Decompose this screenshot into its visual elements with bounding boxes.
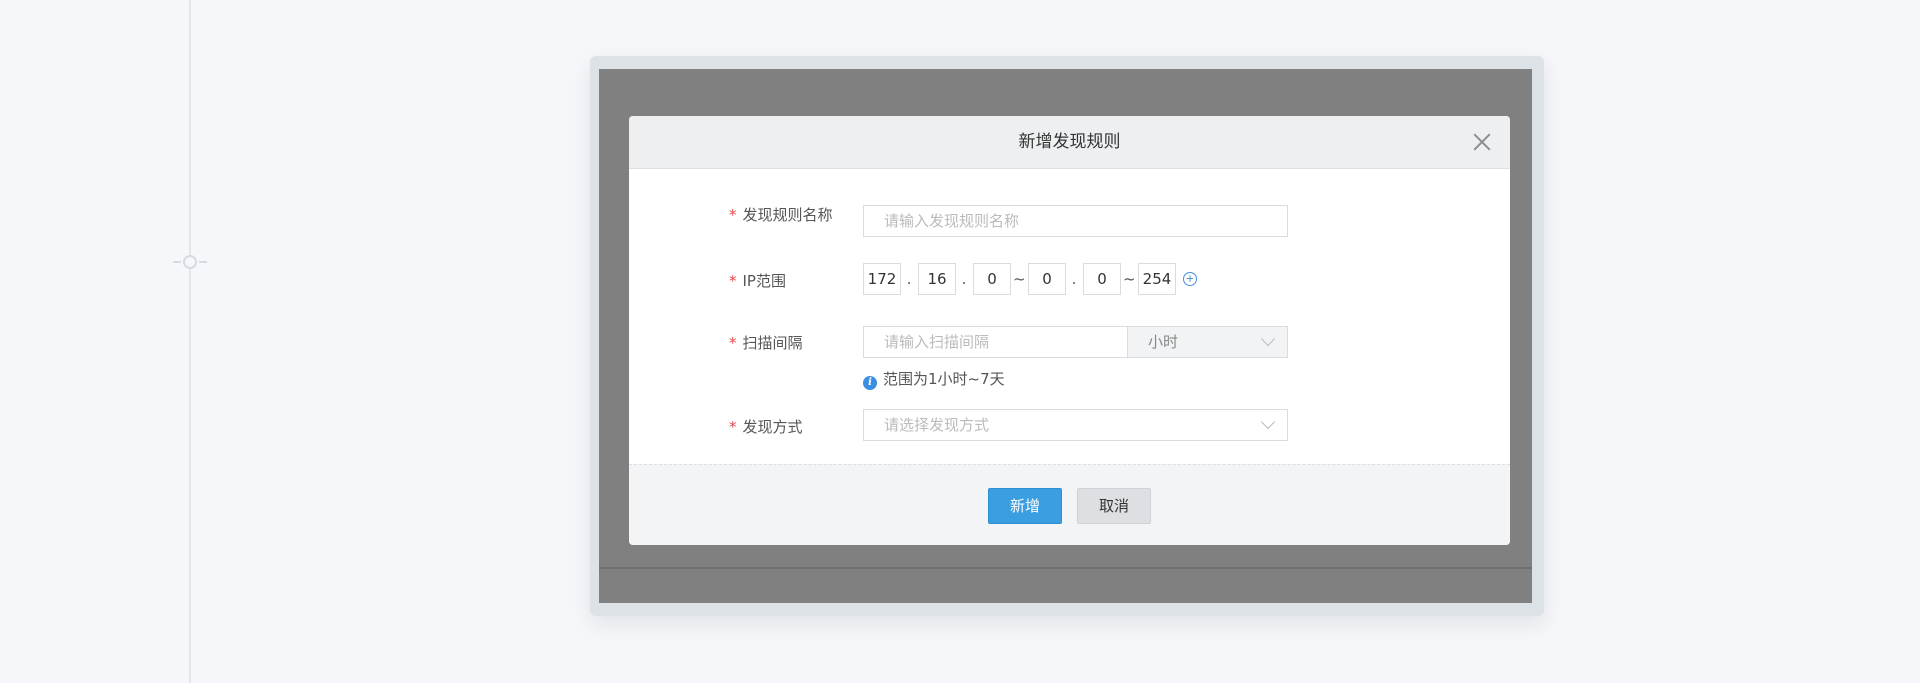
rail-dash-left bbox=[173, 261, 181, 263]
rule-name-input[interactable]: 请输入发现规则名称 bbox=[863, 205, 1288, 237]
rule-name-label-text: 发现规则名称 bbox=[742, 206, 833, 224]
scan-interval-input[interactable]: 请输入扫描间隔 bbox=[863, 326, 1128, 358]
add-discovery-rule-dialog: 新增发现规则 * 发现规则名称 请输入发现规则名称 * IP范围 172 . 16 … bbox=[629, 116, 1510, 545]
required-mark: * bbox=[729, 272, 737, 290]
chevron-down-icon bbox=[1260, 414, 1276, 430]
scan-interval-hint-text: 范围为1小时~7天 bbox=[883, 370, 1005, 388]
close-icon[interactable] bbox=[1472, 132, 1492, 152]
ip-start-octet-2[interactable]: 16 bbox=[918, 263, 956, 295]
discovery-method-label: * 发现方式 bbox=[729, 416, 869, 437]
ip-range-group: 172 . 16 . 0 ~ 0 . 0 ~ 254 + bbox=[863, 263, 1263, 295]
interval-unit-select[interactable]: 小时 bbox=[1127, 326, 1288, 358]
ip-start-octet-3[interactable]: 0 bbox=[973, 263, 1011, 295]
ip-start-octet-1[interactable]: 172 bbox=[863, 263, 901, 295]
dialog-header: 新增发现规则 bbox=[629, 116, 1510, 169]
ip-dot: . bbox=[906, 270, 912, 288]
ip-end-octet-1[interactable]: 0 bbox=[1083, 263, 1121, 295]
plus-circle-icon[interactable]: + bbox=[1183, 272, 1197, 286]
ip-dot: . bbox=[961, 270, 967, 288]
dialog-footer: 新增 取消 bbox=[629, 464, 1510, 545]
required-mark: * bbox=[729, 206, 737, 224]
page: 新增发现规则 * 发现规则名称 请输入发现规则名称 * IP范围 172 . 16 … bbox=[0, 0, 1920, 683]
ip-range-label: * IP范围 bbox=[729, 270, 869, 291]
rail-dash-right bbox=[199, 261, 207, 263]
ip-range-label-text: IP范围 bbox=[742, 272, 786, 290]
info-icon: i bbox=[863, 376, 877, 390]
discovery-method-placeholder: 请选择发现方式 bbox=[884, 416, 990, 434]
ip-dot: . bbox=[1071, 270, 1077, 288]
ip-tilde: ~ bbox=[1123, 270, 1136, 288]
overlay-divider bbox=[599, 567, 1532, 569]
scan-interval-label: * 扫描间隔 bbox=[729, 332, 869, 353]
dialog-title: 新增发现规则 bbox=[1018, 132, 1121, 152]
rule-name-label: * 发现规则名称 bbox=[729, 204, 869, 225]
scan-interval-hint: i 范围为1小时~7天 bbox=[863, 368, 1005, 390]
discovery-method-select[interactable]: 请选择发现方式 bbox=[863, 409, 1288, 441]
chevron-down-icon bbox=[1260, 331, 1276, 347]
interval-unit-value: 小时 bbox=[1148, 333, 1179, 351]
discovery-method-label-text: 发现方式 bbox=[742, 418, 803, 436]
add-button[interactable]: 新增 bbox=[988, 488, 1062, 524]
ip-middle-octet[interactable]: 0 bbox=[1028, 263, 1066, 295]
rail-resize-handle[interactable] bbox=[183, 255, 197, 269]
cancel-button[interactable]: 取消 bbox=[1077, 488, 1151, 524]
scan-interval-label-text: 扫描间隔 bbox=[742, 334, 803, 352]
left-rail-line bbox=[189, 0, 191, 683]
required-mark: * bbox=[729, 334, 737, 352]
ip-tilde: ~ bbox=[1013, 270, 1026, 288]
ip-end-octet-2[interactable]: 254 bbox=[1138, 263, 1176, 295]
required-mark: * bbox=[729, 418, 737, 436]
